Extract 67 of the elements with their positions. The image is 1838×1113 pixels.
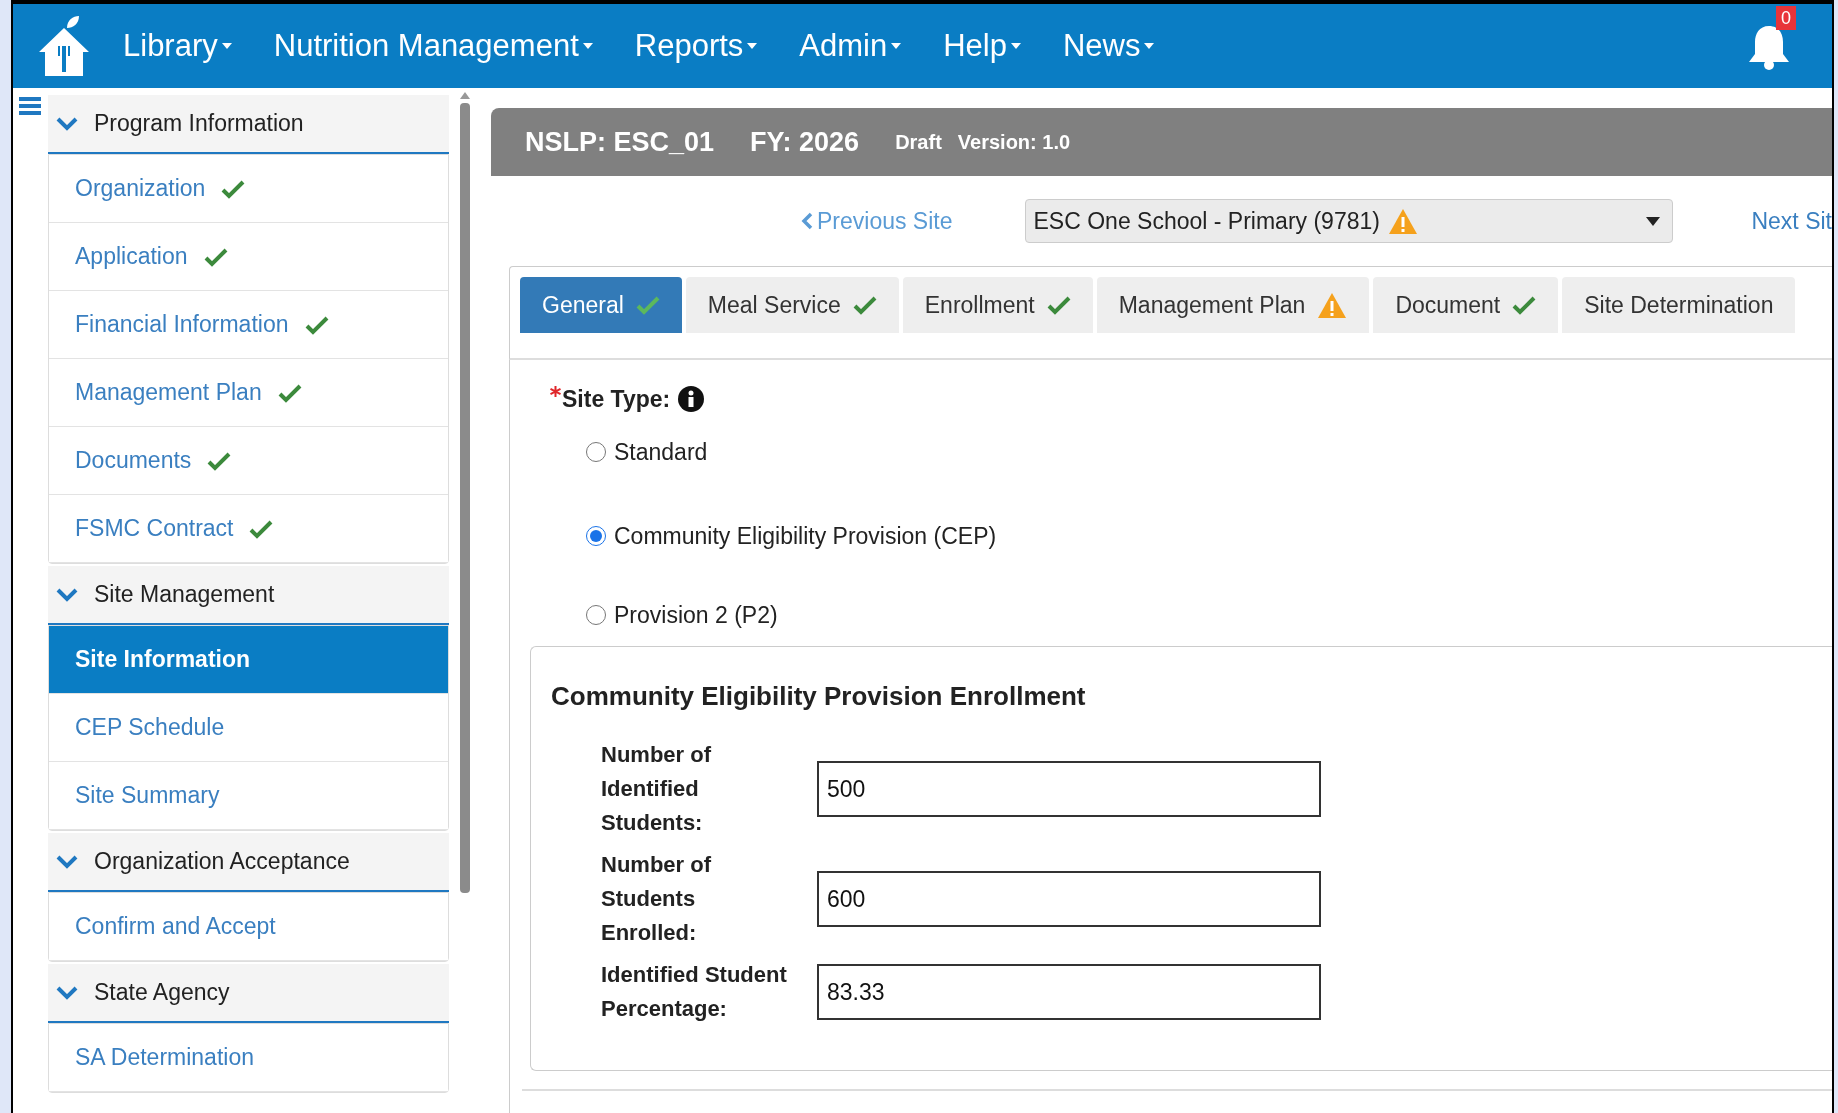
checkmark-icon: [249, 518, 274, 539]
checkmark-icon: [1046, 295, 1071, 315]
radio-button[interactable]: [586, 441, 606, 462]
checkmark-icon: [1512, 295, 1537, 315]
scroll-up-arrow-icon[interactable]: [460, 92, 470, 99]
nav-menu[interactable]: Reports: [634, 22, 758, 70]
field-label: Identified Student Percentage:: [601, 961, 788, 1023]
caret-icon: [221, 43, 232, 49]
radio-button[interactable]: [586, 526, 606, 547]
input-field[interactable]: 600: [817, 871, 1321, 927]
fiscal-year: FY: 2026: [750, 125, 860, 159]
radio-label: Provision 2 (P2): [614, 600, 778, 630]
panel-title: Community Eligibility Provision Enrollment: [551, 680, 1087, 713]
nav-menu[interactable]: Admin: [799, 22, 902, 70]
info-icon[interactable]: [678, 386, 705, 413]
tab[interactable]: Enrollment: [902, 277, 1093, 333]
notification-badge: 0: [1776, 6, 1796, 30]
checkmark-icon: [207, 450, 232, 471]
nav-menu[interactable]: Help: [943, 22, 1021, 70]
chevron-icon: [56, 854, 78, 869]
input-field[interactable]: 500: [817, 761, 1321, 817]
caret-icon: [1010, 43, 1021, 49]
caret-icon: [747, 43, 758, 49]
checkmark-icon: [277, 382, 302, 403]
caret-icon: [1144, 43, 1155, 49]
tab[interactable]: Document: [1373, 277, 1559, 333]
nav-menu[interactable]: Library: [123, 22, 232, 70]
sidebar-section-header[interactable]: Program Information: [48, 95, 449, 154]
version-label: Version: 1.0: [957, 130, 1071, 155]
checkmark-icon: [852, 295, 877, 315]
radio-button[interactable]: [586, 604, 606, 625]
input-field[interactable]: 83.33: [817, 964, 1321, 1020]
menu-icon[interactable]: [19, 96, 41, 116]
tab[interactable]: General: [520, 277, 682, 333]
radio-label: Community Eligibility Provision (CEP): [614, 522, 997, 551]
sidebar-item[interactable]: Site Information: [49, 626, 448, 694]
chevron-icon: [56, 985, 78, 1000]
warning-icon: [1387, 207, 1418, 235]
next-site-link[interactable]: Next Sit: [1751, 203, 1832, 239]
program-code: NSLP: ESC_01: [525, 125, 715, 159]
tab[interactable]: Site Determination: [1562, 277, 1796, 333]
chevron-left-icon: [801, 212, 813, 230]
caret-icon: [582, 43, 593, 49]
tab[interactable]: Management Plan: [1096, 277, 1370, 333]
site-dropdown[interactable]: ESC One School - Primary (9781): [1024, 199, 1673, 243]
status-label: Draft: [895, 130, 942, 155]
warning-icon: [1317, 291, 1348, 319]
sidebar-section-header[interactable]: Site Management: [48, 566, 449, 625]
field-label: Site Type:: [562, 385, 671, 414]
sidebar-section-header[interactable]: State Agency: [48, 964, 449, 1023]
caret-icon: [891, 43, 902, 49]
field-label: Number of Identified Students:: [601, 741, 712, 837]
chevron-icon: [56, 116, 78, 131]
previous-site-link[interactable]: Previous Site: [801, 203, 953, 239]
nav-menu[interactable]: Nutrition Management: [273, 22, 593, 70]
checkmark-icon: [635, 295, 660, 315]
field-label: Number of Students Enrolled:: [601, 851, 712, 947]
radio-label: Standard: [614, 437, 708, 467]
checkmark-icon: [304, 314, 329, 335]
house-logo-icon[interactable]: [37, 14, 91, 78]
sidebar-section-header[interactable]: Organization Acceptance: [48, 833, 449, 892]
checkmark-icon: [221, 178, 246, 199]
tab[interactable]: Meal Service: [685, 277, 899, 333]
chevron-icon: [56, 587, 78, 602]
dropdown-arrow-icon: [1645, 216, 1660, 226]
checkmark-icon: [203, 246, 228, 267]
nav-menu[interactable]: News: [1062, 22, 1155, 70]
